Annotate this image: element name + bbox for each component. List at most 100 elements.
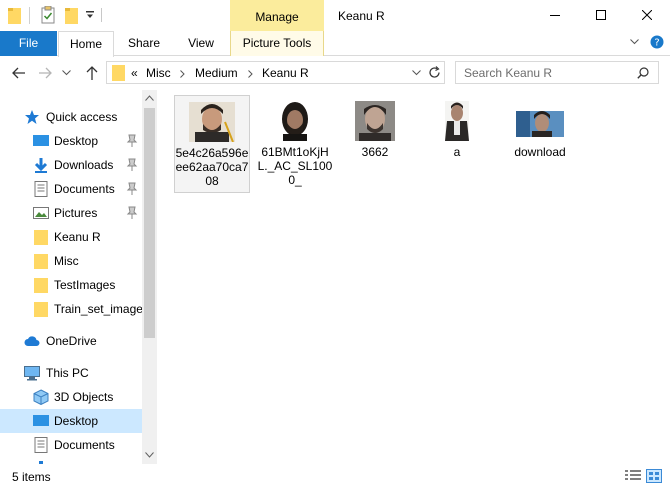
expand-ribbon-icon[interactable] (630, 39, 639, 45)
scroll-up-icon[interactable] (145, 95, 154, 101)
nav-label: Pictures (54, 206, 98, 220)
file-item[interactable]: download (502, 95, 578, 159)
refresh-icon[interactable] (428, 66, 441, 79)
file-item[interactable]: 5e4c26a596eee62aa70ca708 (174, 95, 250, 193)
nav-3d-objects[interactable]: 3D Objects (0, 385, 142, 409)
up-arrow-icon[interactable] (83, 64, 101, 82)
scroll-down-icon[interactable] (145, 452, 154, 458)
nav-testimages[interactable]: TestImages (0, 273, 142, 297)
address-row: « Misc Medium Keanu R Search Keanu R (0, 56, 670, 90)
nav-label: Train_set_images (54, 302, 142, 316)
nav-downloads[interactable]: Downloads (0, 153, 142, 177)
folder-icon (8, 8, 21, 24)
image-thumbnail (281, 101, 309, 141)
nav-this-pc[interactable]: This PC (0, 361, 142, 385)
image-thumbnail (516, 111, 564, 137)
item-count: 5 items (12, 470, 51, 484)
chevron-right-icon[interactable] (180, 70, 185, 78)
window-title: Keanu R (338, 9, 385, 23)
nav-misc[interactable]: Misc (0, 249, 142, 273)
scroll-thumb[interactable] (144, 108, 155, 338)
nav-documents-quick[interactable]: Documents (0, 177, 142, 201)
file-name: 5e4c26a596eee62aa70ca708 (175, 146, 249, 188)
file-name: download (514, 145, 566, 159)
pin-icon[interactable] (126, 158, 138, 172)
image-thumbnail (445, 101, 469, 141)
breadcrumb-overflow[interactable]: « (131, 66, 138, 80)
nav-label: This PC (46, 366, 89, 380)
nav-onedrive[interactable]: OneDrive (0, 329, 142, 353)
nav-label: TestImages (54, 278, 116, 292)
chevron-down-icon[interactable] (412, 70, 421, 76)
nav-desktop-quick[interactable]: Desktop (0, 129, 142, 153)
folder-icon (34, 278, 48, 293)
minimize-button[interactable] (532, 0, 578, 31)
pin-icon[interactable] (126, 182, 138, 196)
tab-picture-tools[interactable]: Picture Tools (230, 31, 324, 56)
pin-icon[interactable] (126, 134, 138, 148)
file-name: a (453, 145, 461, 159)
pin-icon[interactable] (126, 206, 138, 220)
status-bar: 5 items (0, 464, 670, 489)
nav-keanu-r[interactable]: Keanu R (0, 225, 142, 249)
file-item[interactable]: 3662 (337, 95, 413, 159)
nav-more[interactable] (0, 457, 142, 464)
search-icon[interactable] (637, 67, 649, 79)
recent-locations-icon[interactable] (62, 70, 71, 76)
minimize-icon (550, 15, 560, 16)
cloud-icon (24, 336, 40, 346)
address-bar[interactable]: « Misc Medium Keanu R (106, 61, 445, 84)
navigation-pane: Quick access Desktop Downloads Documents… (0, 90, 157, 464)
nav-label: Quick access (46, 110, 118, 124)
chevron-right-icon[interactable] (248, 70, 253, 78)
ribbon-tabs: File Home Share View Picture Tools ? (0, 31, 670, 57)
nav-documents-pc[interactable]: Documents (0, 433, 142, 457)
forward-arrow-icon[interactable] (36, 64, 54, 82)
download-arrow-icon (34, 158, 48, 173)
back-arrow-icon[interactable] (10, 64, 28, 82)
new-folder-icon[interactable] (65, 7, 78, 24)
computer-icon (24, 366, 40, 381)
documents-icon (34, 437, 48, 453)
tab-share[interactable]: Share (118, 31, 170, 56)
tab-manage[interactable]: Manage (230, 0, 324, 31)
tab-file[interactable]: File (0, 31, 57, 56)
nav-label: Documents (54, 182, 115, 196)
nav-pictures[interactable]: Pictures (0, 201, 142, 225)
nav-scrollbar[interactable] (142, 90, 157, 464)
desktop-icon (33, 415, 49, 426)
image-thumbnail (189, 102, 235, 142)
close-icon (642, 10, 652, 20)
file-name: 61BMt1oKjHL._AC_SL1000_ (257, 145, 333, 187)
properties-icon[interactable] (41, 6, 55, 24)
file-item[interactable]: a (419, 95, 495, 159)
breadcrumb-keanu-r[interactable]: Keanu R (262, 66, 309, 80)
documents-icon (34, 181, 48, 197)
cube-icon (33, 389, 49, 405)
nav-desktop-pc[interactable]: Desktop (0, 409, 142, 433)
nav-quick-access[interactable]: Quick access (0, 105, 142, 129)
qat-divider (29, 7, 30, 24)
large-icons-view-icon[interactable] (646, 469, 662, 483)
title-divider (101, 8, 102, 22)
nav-label: Desktop (54, 134, 99, 148)
file-name: 3662 (361, 145, 389, 159)
nav-label: 3D Objects (54, 390, 114, 404)
star-icon (25, 110, 39, 124)
image-thumbnail (355, 101, 395, 141)
details-view-icon[interactable] (625, 469, 641, 483)
customize-qat-icon[interactable] (86, 11, 94, 19)
file-item[interactable]: 61BMt1oKjHL._AC_SL1000_ (257, 95, 333, 187)
maximize-button[interactable] (578, 0, 624, 31)
help-icon[interactable]: ? (650, 35, 664, 49)
breadcrumb-medium[interactable]: Medium (195, 66, 238, 80)
search-input[interactable]: Search Keanu R (455, 61, 659, 84)
search-placeholder: Search Keanu R (464, 66, 553, 80)
folder-icon (34, 302, 48, 317)
tab-home[interactable]: Home (58, 31, 114, 57)
nav-train-set-images[interactable]: Train_set_images (0, 297, 142, 321)
breadcrumb-misc[interactable]: Misc (146, 66, 171, 80)
close-button[interactable] (624, 0, 670, 31)
nav-label: Downloads (54, 158, 114, 172)
tab-view[interactable]: View (176, 31, 226, 56)
